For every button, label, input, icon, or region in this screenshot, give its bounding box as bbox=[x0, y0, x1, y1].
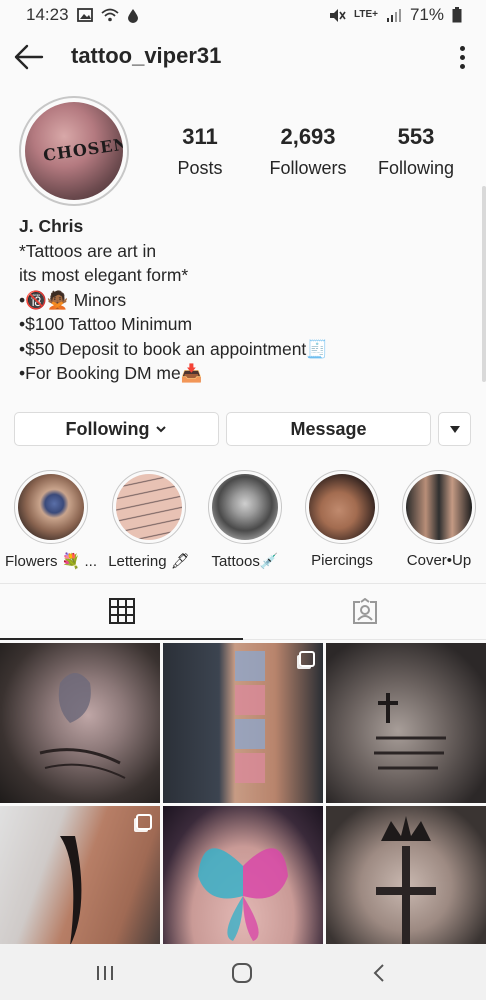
highlight-label: Piercings bbox=[311, 552, 373, 569]
home-button[interactable] bbox=[227, 958, 257, 988]
page-scrollbar[interactable] bbox=[482, 186, 486, 382]
more-dot-icon bbox=[459, 54, 465, 60]
highlight-ring bbox=[208, 470, 282, 544]
dropdown-arrow-icon bbox=[449, 425, 460, 433]
recent-apps-icon bbox=[97, 966, 113, 980]
highlight-ring bbox=[14, 470, 88, 544]
tagged-icon bbox=[352, 597, 377, 624]
bio-line: *Tattoos are art in bbox=[19, 240, 157, 261]
highlight-tattoos[interactable]: Tattoos💉 bbox=[197, 470, 293, 570]
avatar-tattoo-lettering: CHOSEN bbox=[42, 134, 123, 165]
highlight-label: Cover•Up bbox=[406, 552, 472, 569]
back-chevron-icon bbox=[373, 964, 384, 982]
multiple-photos-icon bbox=[136, 814, 152, 830]
wifi-notification-icon bbox=[100, 8, 119, 22]
message-button[interactable]: Message bbox=[226, 412, 431, 446]
system-navigation-bar bbox=[0, 944, 486, 1000]
highlight-lettering[interactable]: Lettering 🖋 bbox=[101, 470, 197, 570]
profile-bio: J. Chris *Tattoos are art in its most el… bbox=[19, 214, 459, 386]
profile-tabs bbox=[0, 583, 486, 640]
bio-line: •$100 Tattoo Minimum bbox=[19, 314, 193, 334]
highlight-cover-lettering bbox=[116, 474, 182, 540]
highlight-ring bbox=[402, 470, 476, 544]
mute-icon bbox=[329, 8, 346, 22]
highlight-cover-tattoos bbox=[212, 474, 278, 540]
highlight-piercings[interactable]: Piercings bbox=[294, 470, 390, 569]
followers-label: Followers bbox=[269, 158, 347, 178]
highlight-ring bbox=[112, 470, 186, 544]
more-dot-icon bbox=[459, 45, 465, 51]
status-bar: 14:23 LTE+ 71% bbox=[0, 0, 486, 30]
profile-avatar[interactable]: CHOSEN bbox=[19, 96, 129, 206]
posts-stat[interactable]: 311 Posts bbox=[160, 124, 240, 179]
battery-icon bbox=[452, 7, 462, 23]
following-count: 553 bbox=[397, 124, 435, 149]
letter-blocks-tattoo-art bbox=[235, 651, 265, 783]
post-thumbnail[interactable] bbox=[163, 643, 323, 803]
post-thumbnail[interactable] bbox=[326, 806, 486, 966]
bio-line: •For Booking DM me📥 bbox=[19, 363, 203, 383]
highlight-cover-flowers bbox=[18, 474, 84, 540]
tab-posts-grid[interactable] bbox=[0, 584, 243, 640]
bio-line: •$50 Deposit to book an appointment🧾 bbox=[19, 338, 329, 359]
bio-line: •🔞🙅🏾 Minors bbox=[19, 289, 127, 310]
profile-header: tattoo_viper31 bbox=[0, 30, 486, 86]
home-icon bbox=[232, 963, 252, 983]
posts-count: 311 bbox=[182, 124, 218, 149]
following-button-label: Following bbox=[65, 418, 150, 439]
post-thumbnail[interactable] bbox=[0, 806, 160, 966]
tulip-tattoo-art bbox=[39, 673, 126, 779]
grid-icon bbox=[108, 598, 135, 624]
post-thumbnail[interactable] bbox=[326, 643, 486, 803]
followers-count: 2,693 bbox=[280, 124, 336, 149]
highlight-label: Tattoos💉 bbox=[211, 553, 279, 570]
battery-percent: 71% bbox=[409, 5, 444, 24]
highlight-label: Lettering 🖋 bbox=[108, 553, 190, 570]
drop-notification-icon bbox=[127, 8, 138, 23]
tab-tagged[interactable] bbox=[243, 584, 486, 640]
following-label: Following bbox=[377, 158, 455, 178]
back-button[interactable] bbox=[12, 40, 46, 74]
recent-apps-button[interactable] bbox=[90, 958, 120, 988]
profile-display-name: J. Chris bbox=[19, 216, 84, 236]
more-dot-icon bbox=[459, 63, 465, 69]
tribal-tattoo-art bbox=[60, 836, 82, 946]
highlight-ring bbox=[305, 470, 379, 544]
suggested-accounts-button[interactable] bbox=[438, 412, 471, 446]
bio-line: its most elegant form* bbox=[19, 265, 189, 285]
followers-stat[interactable]: 2,693 Followers bbox=[258, 124, 358, 179]
options-menu-button[interactable] bbox=[448, 42, 476, 72]
highlight-coverup[interactable]: Cover•Up bbox=[391, 470, 486, 569]
avatar-image: CHOSEN bbox=[25, 102, 123, 200]
status-time: 14:23 bbox=[26, 5, 69, 24]
butterfly-tattoo-art bbox=[198, 848, 288, 941]
highlight-cover-coverup bbox=[406, 474, 472, 540]
signal-icon bbox=[386, 9, 401, 22]
network-type: LTE+ bbox=[353, 9, 378, 20]
crown-cross-tattoo-art bbox=[376, 816, 436, 956]
posts-label: Posts bbox=[177, 158, 223, 178]
gallery-notification-icon bbox=[76, 8, 93, 22]
following-stat[interactable]: 553 Following bbox=[370, 124, 462, 179]
back-arrow-icon bbox=[14, 44, 44, 70]
back-nav-button[interactable] bbox=[364, 958, 394, 988]
multiple-photos-icon bbox=[299, 651, 315, 667]
highlight-cover-piercings bbox=[309, 474, 375, 540]
message-button-label: Message bbox=[290, 418, 367, 439]
memorial-cross-tattoo-art bbox=[374, 693, 446, 770]
following-button[interactable]: Following bbox=[14, 412, 219, 446]
chevron-down-icon bbox=[156, 426, 167, 433]
highlight-flowers[interactable]: Flowers 💐 ... bbox=[3, 470, 99, 570]
post-thumbnail[interactable] bbox=[0, 643, 160, 803]
post-thumbnail[interactable] bbox=[163, 806, 323, 966]
highlight-label: Flowers 💐 ... bbox=[4, 553, 98, 570]
profile-username: tattoo_viper31 bbox=[71, 43, 222, 68]
